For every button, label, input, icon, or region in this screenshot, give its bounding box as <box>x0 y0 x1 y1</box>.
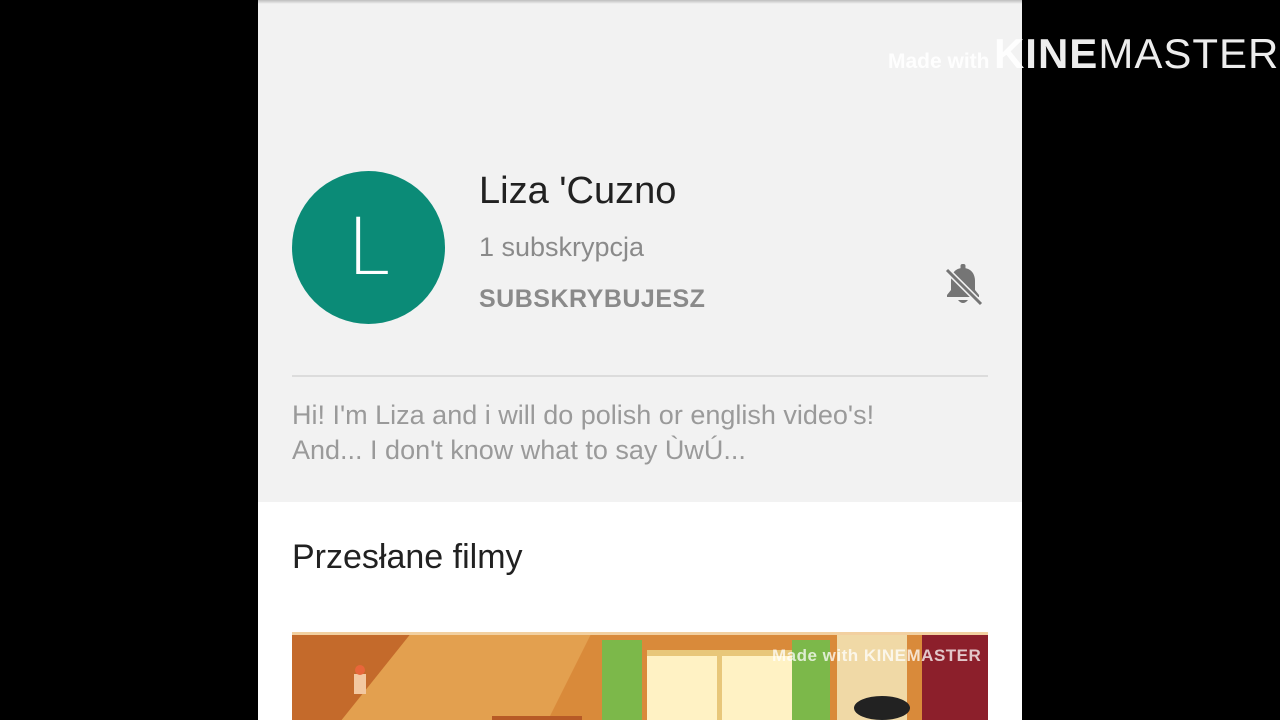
description-line: And... I don't know what to say ÙwÚ... <box>292 435 746 465</box>
channel-page: L Liza 'Cuzno 1 subskrypcja SUBSKRYBUJES… <box>258 0 1022 720</box>
watermark-made-with: Made with <box>888 50 990 73</box>
channel-description: Hi! I'm Liza and i will do polish or eng… <box>292 398 992 468</box>
avatar-letter: L <box>346 202 391 293</box>
uploads-title: Przesłane filmy <box>292 538 523 576</box>
subscribed-button[interactable]: SUBSKRYBUJESZ <box>479 285 705 314</box>
description-line: Hi! I'm Liza and i will do polish or eng… <box>292 400 875 430</box>
subscription-count: 1 subskrypcja <box>479 232 645 262</box>
watermark-kine: KINE <box>993 30 1099 77</box>
bell-off-icon[interactable] <box>941 262 985 308</box>
divider <box>292 375 988 377</box>
status-bar-shadow <box>258 0 1022 4</box>
thumbnail-watermark: Made with KINEMASTER <box>772 646 982 665</box>
watermark-master: MASTER <box>1098 30 1280 77</box>
uploads-section: Przesłane filmy Made with KINEMASTER <box>258 502 1022 720</box>
avatar[interactable]: L <box>292 171 445 324</box>
channel-name: Liza 'Cuzno <box>479 170 677 212</box>
video-thumbnail[interactable]: Made with KINEMASTER <box>292 632 988 720</box>
kinemaster-watermark: Made with KINEMASTER <box>888 30 1279 78</box>
